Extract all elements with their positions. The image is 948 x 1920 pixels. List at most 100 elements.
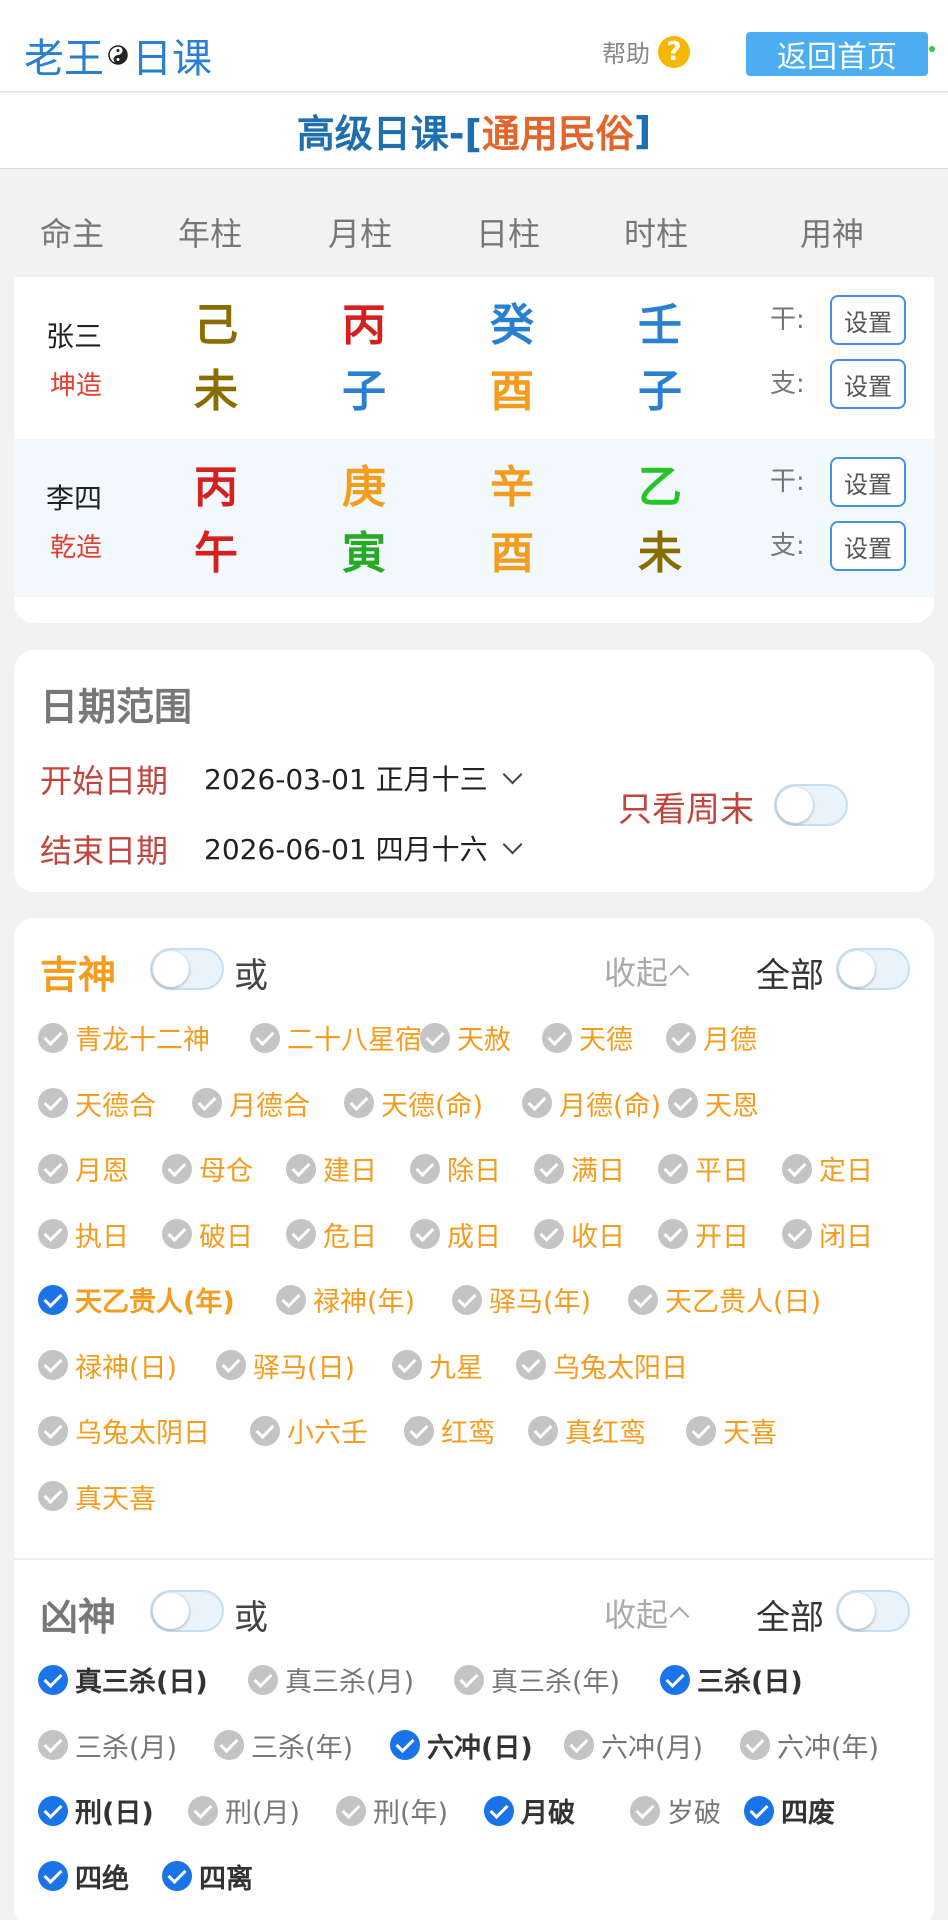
tag-checkbox[interactable]: 真红鸾	[528, 1411, 646, 1450]
tag-checkbox[interactable]: 六冲(年)	[740, 1726, 879, 1765]
app-logo[interactable]: 老王 日课	[24, 26, 212, 84]
tag-checkbox[interactable]: 刑(月)	[188, 1791, 300, 1830]
tag-checkbox[interactable]: 四绝	[38, 1857, 129, 1896]
tag-checkbox[interactable]: 天德合	[38, 1084, 156, 1123]
tag-checkbox[interactable]: 三杀(月)	[38, 1726, 177, 1765]
tag-label: 三杀(日)	[697, 1667, 803, 1698]
tag-checkbox[interactable]: 九星	[392, 1346, 483, 1385]
tag-checkbox[interactable]: 天乙贵人(日)	[628, 1280, 821, 1319]
tag-label: 青龙十二神	[75, 1025, 210, 1056]
question-icon: ?	[658, 35, 690, 68]
end-date-picker[interactable]: 2026-06-01 四月十六	[204, 828, 523, 868]
tag-checkbox[interactable]: 月德(命)	[522, 1084, 661, 1123]
tag-checkbox[interactable]: 红鸾	[404, 1411, 495, 1450]
tag-checkbox[interactable]: 满日	[534, 1149, 625, 1188]
day-gan: 癸	[490, 300, 534, 351]
person-gender: 乾造	[50, 533, 103, 563]
tag-checkbox[interactable]: 除日	[410, 1149, 501, 1188]
jishen-all-toggle[interactable]	[836, 948, 910, 990]
tag-label: 建日	[323, 1156, 377, 1187]
chevron-up-icon	[669, 1606, 690, 1627]
set-gan-button[interactable]: 设置	[830, 295, 906, 345]
tag-checkbox[interactable]: 成日	[410, 1215, 501, 1254]
tag-checkbox[interactable]: 月破	[484, 1791, 575, 1830]
tag-checkbox[interactable]: 执日	[38, 1215, 129, 1254]
check-circle-off-icon	[516, 1350, 546, 1380]
check-circle-icon	[38, 1664, 68, 1695]
tag-checkbox[interactable]: 小六壬	[250, 1411, 368, 1450]
tag-checkbox[interactable]: 岁破	[630, 1791, 721, 1830]
tag-checkbox[interactable]: 真三杀(月)	[248, 1660, 414, 1699]
tag-label: 真天喜	[75, 1483, 156, 1515]
chevron-down-icon	[502, 764, 523, 785]
tag-checkbox[interactable]: 青龙十二神	[38, 1018, 210, 1057]
tag-checkbox[interactable]: 六冲(日)	[390, 1726, 533, 1765]
tag-label: 月德合	[229, 1090, 310, 1122]
tag-checkbox[interactable]: 月德合	[192, 1084, 310, 1123]
tag-label: 刑(日)	[75, 1798, 154, 1829]
tag-label: 四离	[199, 1863, 253, 1895]
tag-checkbox[interactable]: 开日	[658, 1215, 749, 1254]
tag-checkbox[interactable]: 破日	[162, 1215, 253, 1254]
check-circle-icon	[484, 1795, 514, 1826]
home-button[interactable]: 返回首页	[746, 32, 928, 76]
tag-checkbox[interactable]: 建日	[286, 1149, 377, 1188]
xiongshen-all-toggle[interactable]	[836, 1590, 910, 1632]
tag-checkbox[interactable]: 定日	[782, 1149, 873, 1188]
tag-label: 天恩	[705, 1090, 759, 1122]
check-circle-off-icon	[420, 1022, 450, 1053]
set-zhi-button[interactable]: 设置	[830, 359, 906, 409]
tag-label: 天乙贵人(年)	[75, 1287, 235, 1318]
tag-checkbox[interactable]: 真天喜	[38, 1477, 156, 1516]
tag-checkbox[interactable]: 天德	[542, 1018, 633, 1057]
tag-checkbox[interactable]: 天喜	[686, 1411, 777, 1450]
tag-checkbox[interactable]: 月恩	[38, 1149, 129, 1188]
help-link[interactable]: 帮助 ?	[602, 34, 690, 69]
tag-checkbox[interactable]: 驿马(年)	[452, 1280, 591, 1319]
tag-checkbox[interactable]: 危日	[286, 1215, 377, 1254]
tag-label: 月德	[703, 1025, 757, 1056]
tag-checkbox[interactable]: 三杀(年)	[214, 1726, 353, 1765]
tag-checkbox[interactable]: 禄神(年)	[276, 1280, 415, 1319]
tag-checkbox[interactable]: 真三杀(日)	[38, 1660, 208, 1699]
tag-label: 开日	[695, 1221, 749, 1253]
tag-label: 驿马(日)	[253, 1352, 356, 1384]
xiongshen-or-toggle[interactable]	[150, 1590, 224, 1632]
tag-checkbox[interactable]: 三杀(日)	[660, 1660, 803, 1699]
check-circle-icon	[38, 1284, 68, 1315]
tag-checkbox[interactable]: 二十八星宿	[250, 1018, 422, 1057]
tag-checkbox[interactable]: 收日	[534, 1215, 625, 1254]
tag-checkbox[interactable]: 真三杀(年)	[454, 1660, 620, 1699]
tag-label: 真三杀(月)	[285, 1667, 415, 1698]
tag-checkbox[interactable]: 天德(命)	[344, 1084, 483, 1123]
tag-checkbox[interactable]: 乌兔太阴日	[38, 1411, 210, 1450]
check-circle-off-icon	[344, 1088, 374, 1118]
tag-checkbox[interactable]: 乌兔太阳日	[516, 1346, 688, 1385]
tag-checkbox[interactable]: 天恩	[668, 1084, 759, 1123]
tag-checkbox[interactable]: 四离	[162, 1857, 253, 1896]
jishen-or-toggle[interactable]	[150, 948, 224, 990]
tag-checkbox[interactable]: 四废	[744, 1791, 835, 1830]
tag-checkbox[interactable]: 母仓	[162, 1149, 253, 1188]
tag-checkbox[interactable]: 天赦	[420, 1018, 511, 1057]
tag-checkbox[interactable]: 刑(年)	[336, 1791, 448, 1830]
tag-checkbox[interactable]: 驿马(日)	[216, 1346, 355, 1385]
tag-checkbox[interactable]: 六冲(月)	[564, 1726, 703, 1765]
tag-checkbox[interactable]: 月德	[666, 1018, 757, 1057]
set-zhi-button[interactable]: 设置	[830, 521, 906, 571]
weekend-only-toggle[interactable]	[774, 784, 848, 826]
tag-checkbox[interactable]: 刑(日)	[38, 1791, 154, 1830]
tag-label: 成日	[447, 1221, 501, 1253]
jishen-collapse-button[interactable]: 收起	[604, 948, 690, 994]
year-gan: 丙	[194, 462, 238, 513]
start-date-picker[interactable]: 2026-03-01 正月十三	[204, 758, 523, 798]
tag-checkbox[interactable]: 天乙贵人(年)	[38, 1280, 235, 1319]
set-gan-button[interactable]: 设置	[830, 457, 906, 507]
tag-checkbox[interactable]: 禄神(日)	[38, 1346, 177, 1385]
tag-checkbox[interactable]: 闭日	[782, 1215, 873, 1254]
tag-checkbox[interactable]: 平日	[658, 1149, 749, 1188]
jishen-title: 吉神	[40, 953, 117, 997]
xiongshen-collapse-button[interactable]: 收起	[604, 1590, 690, 1636]
check-circle-off-icon	[38, 1481, 68, 1511]
check-circle-off-icon	[38, 1350, 68, 1380]
